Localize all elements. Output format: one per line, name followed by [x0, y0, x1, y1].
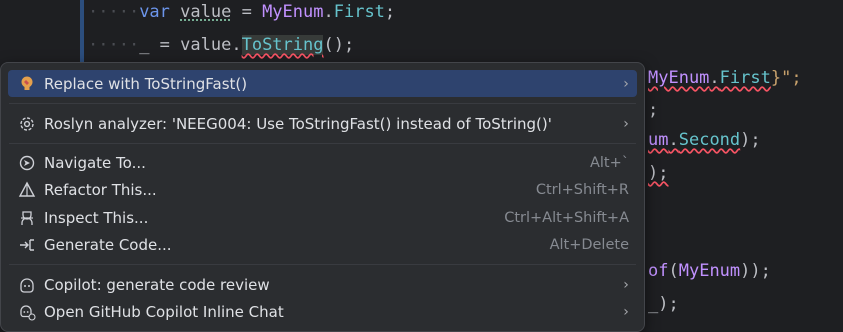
inspect-icon [17, 208, 37, 228]
chevron-right-icon: › [623, 276, 629, 293]
menu-item-shortcut: Alt+` [589, 154, 629, 171]
menu-item-label: Roslyn analyzer: 'NEEG004: Use ToStringF… [44, 114, 552, 133]
menu-item-shortcut: Ctrl+Alt+Shift+A [504, 209, 629, 226]
menu-item-label: Copilot: generate code review [44, 275, 270, 294]
code-line-6[interactable]: ); [648, 161, 668, 185]
code-line-2[interactable]: ·····_ = value.ToString(); [88, 33, 354, 57]
menu-separator [9, 264, 636, 265]
menu-item-label: Generate Code... [44, 235, 172, 254]
chevron-right-icon: › [623, 303, 629, 320]
menu-item-label: Navigate To... [44, 153, 146, 172]
generate-icon [17, 235, 37, 255]
change-marker [80, 0, 84, 62]
bulb-fix-icon [17, 74, 37, 94]
menu-item-roslyn-analyzer[interactable]: Roslyn analyzer: 'NEEG004: Use ToStringF… [8, 110, 637, 137]
context-actions-menu: Replace with ToStringFast() › Roslyn ana… [0, 62, 645, 332]
code-line-4[interactable]: ; [648, 98, 658, 122]
menu-item-navigate-to[interactable]: Navigate To... Alt+` [8, 149, 637, 176]
menu-item-replace-tostringfast[interactable]: Replace with ToStringFast() › [8, 70, 637, 97]
menu-separator [9, 103, 636, 104]
refactor-icon [17, 180, 37, 200]
menu-item-shortcut: Alt+Delete [549, 236, 629, 253]
code-line-3[interactable]: MyEnum.First}"; [648, 66, 802, 90]
menu-item-generate-code[interactable]: Generate Code... Alt+Delete [8, 231, 637, 258]
copilot-chat-icon [17, 302, 37, 322]
menu-item-label: Replace with ToStringFast() [44, 74, 248, 93]
menu-item-label: Open GitHub Copilot Inline Chat [44, 302, 284, 321]
menu-item-refactor-this[interactable]: Refactor This... Ctrl+Shift+R [8, 176, 637, 203]
menu-separator [9, 143, 636, 144]
menu-item-label: Inspect This... [44, 208, 149, 227]
menu-item-copilot-inline-chat[interactable]: Open GitHub Copilot Inline Chat › [8, 298, 637, 325]
menu-item-shortcut: Ctrl+Shift+R [535, 181, 629, 198]
chevron-right-icon: › [623, 75, 629, 92]
gear-icon [17, 114, 37, 134]
chevron-right-icon: › [623, 115, 629, 132]
menu-item-label: Refactor This... [44, 180, 157, 199]
navigate-icon [17, 153, 37, 173]
menu-item-copilot-review[interactable]: Copilot: generate code review › [8, 271, 637, 298]
code-line-1[interactable]: ·····var value = MyEnum.First; [88, 0, 395, 24]
code-line-5[interactable]: um.Second); [648, 128, 761, 152]
menu-item-inspect-this[interactable]: Inspect This... Ctrl+Alt+Shift+A [8, 204, 637, 231]
copilot-icon [17, 275, 37, 295]
code-line-8[interactable]: _); [648, 292, 679, 316]
code-line-7[interactable]: of(MyEnum)); [648, 259, 771, 283]
